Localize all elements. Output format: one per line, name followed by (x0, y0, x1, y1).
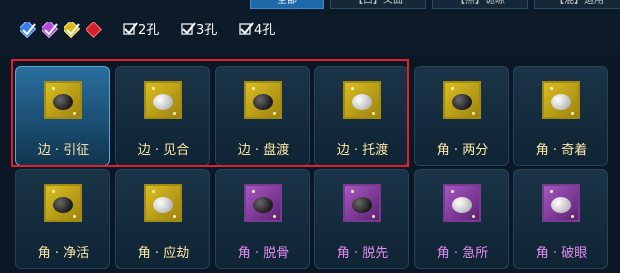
tab-mixed[interactable]: 【混】运用 (534, 0, 620, 9)
go-stone-box-icon (343, 81, 381, 119)
go-stone-box-icon (542, 81, 580, 119)
item-label: 角 · 两分 (436, 143, 489, 158)
item-slot[interactable]: 角 · 两分 (414, 66, 509, 166)
item-slot[interactable]: 角 · 破眼 (513, 169, 608, 269)
gem-filter-purple[interactable] (42, 22, 58, 38)
tab-black[interactable]: 【黑】诡瞭 (432, 0, 528, 9)
socket-filter-label: 2孔 (138, 23, 160, 38)
item-slot[interactable]: 角 · 脱先 (314, 169, 409, 269)
tab-white[interactable]: 【白】义曲 (330, 0, 426, 9)
tab-all[interactable]: 全部 (250, 0, 324, 9)
go-stone-box-icon (244, 184, 282, 222)
item-label: 边 · 见合 (137, 143, 190, 158)
red-gem-icon (86, 22, 102, 38)
item-slot[interactable]: 角 · 脱骨 (215, 169, 310, 269)
gem-filter-blue[interactable] (20, 22, 36, 38)
item-label: 角 · 脱骨 (237, 246, 290, 261)
item-slot[interactable]: 角 · 净活 (15, 169, 110, 269)
check-icon (181, 22, 196, 35)
category-tab-bar: 全部 【白】义曲 【黑】诡瞭 【混】运用 (0, 0, 620, 10)
item-label: 角 · 净活 (37, 246, 90, 261)
check-icon (239, 22, 254, 35)
item-label: 角 · 破眼 (535, 246, 588, 261)
item-slot[interactable]: 角 · 急所 (414, 169, 509, 269)
item-slot[interactable]: 边 · 盘渡 (215, 66, 310, 166)
go-stone-box-icon (443, 81, 481, 119)
item-label: 角 · 急所 (436, 246, 489, 261)
item-slot[interactable]: 边 · 托渡 (314, 66, 409, 166)
socket-filter-label: 4孔 (254, 23, 276, 38)
go-stone-box-icon (542, 184, 580, 222)
blue-gem-check-icon (20, 22, 36, 38)
go-stone-box-icon (44, 81, 82, 119)
go-stone-box-icon (343, 184, 381, 222)
socket-filter-label: 3孔 (196, 23, 218, 38)
go-stone-box-icon (244, 81, 282, 119)
item-label: 角 · 奇着 (535, 143, 588, 158)
item-label: 角 · 应劫 (137, 246, 190, 261)
socket-filter-4[interactable]: 4孔 (238, 21, 275, 39)
check-icon (123, 22, 138, 35)
gem-filter-red[interactable] (86, 22, 102, 38)
socket-filter-2[interactable]: 2孔 (122, 21, 159, 39)
item-label: 边 · 引征 (37, 143, 90, 158)
item-label: 边 · 盘渡 (237, 143, 290, 158)
item-slot[interactable]: 边 · 引征 (15, 66, 110, 166)
gold-gem-check-icon (64, 22, 80, 38)
item-label: 角 · 脱先 (336, 246, 389, 261)
purple-gem-check-icon (42, 22, 58, 38)
gem-filter-gold[interactable] (64, 22, 80, 38)
go-stone-box-icon (443, 184, 481, 222)
item-slot[interactable]: 角 · 奇着 (513, 66, 608, 166)
socket-filter-3[interactable]: 3孔 (180, 21, 217, 39)
go-stone-box-icon (44, 184, 82, 222)
item-label: 边 · 托渡 (336, 143, 389, 158)
go-stone-box-icon (144, 81, 182, 119)
item-slot[interactable]: 边 · 见合 (115, 66, 210, 166)
item-slot[interactable]: 角 · 应劫 (115, 169, 210, 269)
go-stone-box-icon (144, 184, 182, 222)
